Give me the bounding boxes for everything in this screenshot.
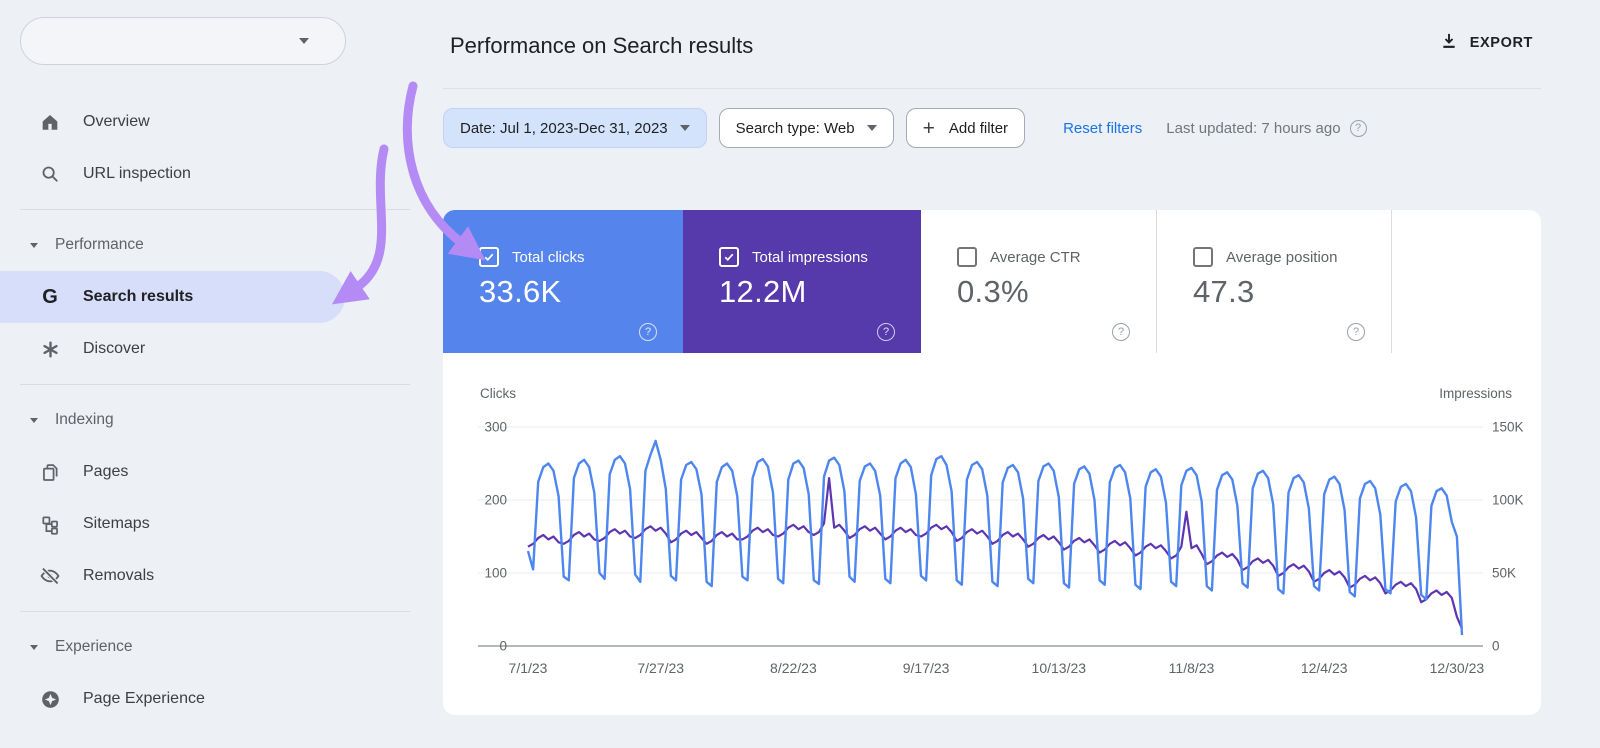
svg-text:12/4/23: 12/4/23 <box>1301 660 1348 676</box>
last-updated-text: Last updated: 7 hours ago <box>1166 119 1341 137</box>
sidebar-section-performance[interactable]: Performance <box>0 219 430 271</box>
last-updated: Last updated: 7 hours ago ? <box>1166 119 1367 137</box>
google-g-icon: G <box>42 286 58 308</box>
svg-text:8/22/23: 8/22/23 <box>770 660 817 676</box>
date-filter-chip[interactable]: Date: Jul 1, 2023-Dec 31, 2023 <box>443 108 707 148</box>
search-type-label: Search type: Web <box>735 119 855 137</box>
chevron-down-icon <box>679 125 690 131</box>
sidebar-item-sitemaps[interactable]: Sitemaps <box>0 498 430 550</box>
sidebar-item-page-experience[interactable]: Page Experience <box>0 673 430 725</box>
sidebar-section-label: Indexing <box>55 411 114 428</box>
search-icon <box>38 162 62 186</box>
sidebar-item-label: Page Experience <box>83 690 205 707</box>
performance-panel: Total clicks 33.6K ? Total impressions 1… <box>443 210 1541 715</box>
sidebar-nav: Overview URL inspection Performance G Se… <box>0 96 430 725</box>
home-icon <box>38 110 62 134</box>
sidebar-divider <box>20 384 410 385</box>
chevron-down-icon <box>866 125 877 131</box>
svg-text:0: 0 <box>499 639 507 654</box>
property-selector-dropdown[interactable] <box>20 17 346 65</box>
sidebar-item-label: Discover <box>83 340 146 357</box>
sidebar-section-label: Experience <box>55 638 133 655</box>
google-search-console-app: { "colors": { "page_bg": "#edf0f4", "pan… <box>0 0 1600 748</box>
clicks-impressions-chart[interactable]: 300 150K200 100K100 50K0 07/1/23 7/27/23 8/22/… <box>443 210 1541 715</box>
reset-filters-link[interactable]: Reset filters <box>1063 120 1142 137</box>
sidebar-item-removals[interactable]: Removals <box>0 550 430 602</box>
sidebar: Overview URL inspection Performance G Se… <box>0 0 430 748</box>
sidebar-item-label: Sitemaps <box>83 515 150 532</box>
sidebar-item-pages[interactable]: Pages <box>0 446 430 498</box>
add-filter-button[interactable]: + Add filter <box>905 108 1026 148</box>
asterisk-icon <box>38 337 62 361</box>
sidebar-item-label: Pages <box>83 463 129 480</box>
svg-text:300: 300 <box>484 420 507 435</box>
chevron-down-icon <box>30 417 38 423</box>
plus-icon: + <box>922 116 935 140</box>
page-title: Performance on Search results <box>450 33 754 58</box>
sidebar-item-url-inspection[interactable]: URL inspection <box>0 148 430 200</box>
sidebar-section-experience[interactable]: Experience <box>0 621 430 673</box>
chevron-down-icon <box>299 38 309 44</box>
export-button[interactable]: EXPORT <box>1439 31 1533 55</box>
sidebar-item-overview[interactable]: Overview <box>0 96 430 148</box>
sidebar-item-label: Search results <box>83 288 194 305</box>
eye-off-icon <box>38 564 62 588</box>
add-filter-label: Add filter <box>948 119 1009 137</box>
sidebar-divider <box>20 611 410 612</box>
sidebar-item-discover[interactable]: Discover <box>0 323 430 375</box>
sidebar-section-label: Performance <box>55 236 144 253</box>
svg-text:100K: 100K <box>1492 493 1524 508</box>
sidebar-item-label: Overview <box>83 113 150 130</box>
search-type-filter-chip[interactable]: Search type: Web <box>718 108 894 148</box>
svg-text:11/8/23: 11/8/23 <box>1169 660 1215 676</box>
header-divider <box>443 88 1541 89</box>
date-filter-label: Date: Jul 1, 2023-Dec 31, 2023 <box>460 119 668 137</box>
svg-text:7/27/23: 7/27/23 <box>637 660 684 676</box>
svg-text:10/13/23: 10/13/23 <box>1032 660 1087 676</box>
sidebar-item-label: Removals <box>83 567 155 584</box>
svg-text:9/17/23: 9/17/23 <box>903 660 950 676</box>
filter-bar: Date: Jul 1, 2023-Dec 31, 2023 Search ty… <box>443 108 1367 148</box>
sidebar-section-indexing[interactable]: Indexing <box>0 394 430 446</box>
svg-text:150K: 150K <box>1492 420 1524 435</box>
chevron-down-icon <box>30 644 38 650</box>
page-experience-icon <box>38 687 62 711</box>
chevron-down-icon <box>30 242 38 248</box>
svg-text:12/30/23: 12/30/23 <box>1430 660 1485 676</box>
download-icon <box>1439 31 1459 55</box>
svg-text:200: 200 <box>484 493 507 508</box>
svg-text:7/1/23: 7/1/23 <box>509 660 548 676</box>
help-icon[interactable]: ? <box>1349 119 1367 137</box>
svg-text:50K: 50K <box>1492 566 1516 581</box>
sidebar-item-label: URL inspection <box>83 165 191 182</box>
export-label: EXPORT <box>1469 35 1533 51</box>
sidebar-item-search-results[interactable]: G Search results <box>0 271 345 323</box>
main-content: Performance on Search results EXPORT Dat… <box>443 0 1541 748</box>
sitemap-icon <box>38 512 62 536</box>
svg-text:0: 0 <box>1492 639 1500 654</box>
sidebar-divider <box>20 209 410 210</box>
svg-text:100: 100 <box>484 566 507 581</box>
pages-icon <box>38 460 62 484</box>
